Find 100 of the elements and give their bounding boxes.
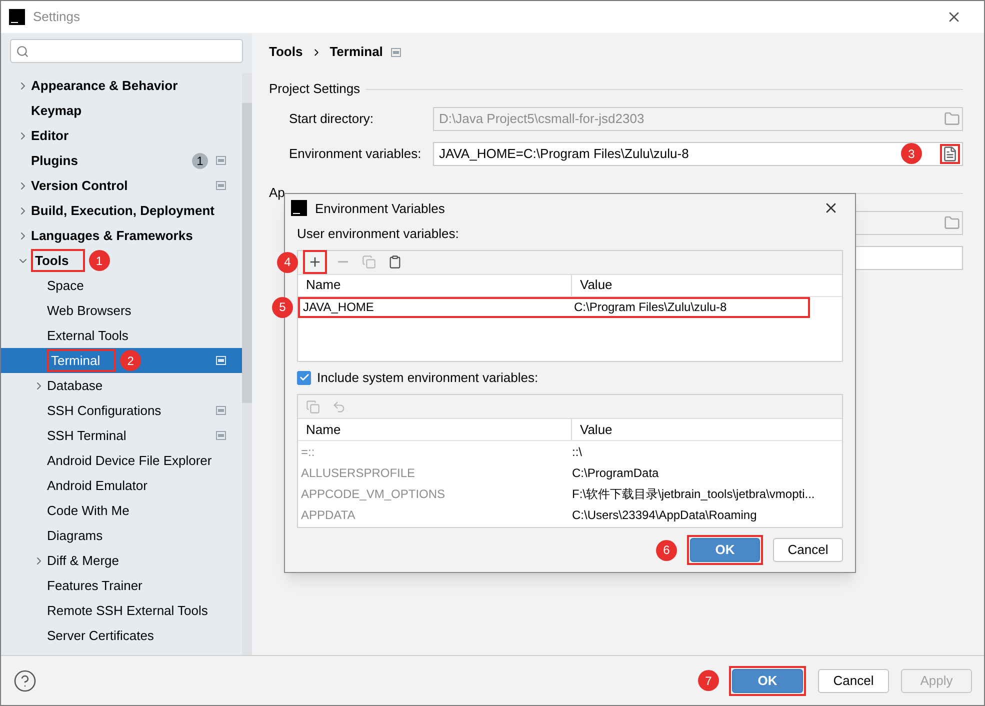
- item-label: Space: [47, 276, 84, 295]
- window-title: Settings: [33, 8, 80, 26]
- copy-icon: [306, 400, 320, 414]
- search-field[interactable]: [10, 39, 243, 63]
- sidebar-item[interactable]: Editor: [1, 123, 242, 148]
- column-header: Value: [579, 420, 614, 439]
- scrollbar[interactable]: [242, 73, 252, 655]
- sidebar-item[interactable]: Database: [1, 373, 242, 398]
- variable-value: C:\ProgramData: [571, 464, 659, 482]
- item-label: Android Emulator: [47, 476, 148, 495]
- breadcrumb-item: Terminal: [330, 43, 383, 62]
- callout-number: 2: [120, 350, 142, 371]
- dialog-button[interactable]: Cancel: [818, 668, 889, 692]
- dialog-button[interactable]: Cancel: [773, 538, 843, 562]
- item-label: Version Control: [31, 176, 128, 195]
- item-label: External Tools: [47, 326, 128, 345]
- item-label: Code With Me: [47, 502, 130, 520]
- sidebar-item[interactable]: Languages & Frameworks: [1, 223, 242, 248]
- sidebar-item[interactable]: Diff & Merge: [1, 548, 242, 573]
- sidebar-item[interactable]: Android Emulator: [1, 473, 242, 498]
- sidebar-item[interactable]: Plugins 1: [1, 148, 242, 173]
- variable-name: JAVA_HOME: [302, 299, 375, 316]
- callout-number: 3: [901, 143, 922, 164]
- sidebar-item[interactable]: Diagrams: [1, 523, 242, 548]
- item-label: Languages & Frameworks: [31, 226, 193, 245]
- item-label: Plugins: [31, 152, 78, 170]
- item-label: Database: [47, 376, 103, 395]
- sidebar-item[interactable]: Keymap: [1, 98, 242, 123]
- sidebar-item[interactable]: Terminal 2: [1, 348, 242, 373]
- sidebar-item[interactable]: Android Device File Explorer: [1, 448, 242, 473]
- sidebar-item[interactable]: Tools 1: [1, 248, 242, 273]
- help-icon[interactable]: [13, 668, 37, 692]
- text-field[interactable]: JAVA_HOME=C:\Program Files\Zulu\zulu-8 3: [433, 142, 963, 166]
- minus-icon: [338, 261, 348, 263]
- variable-name: APPDATA: [300, 506, 356, 524]
- item-label: Features Trainer: [47, 576, 142, 595]
- section-heading: Project Settings: [269, 80, 360, 98]
- breadcrumb-item[interactable]: Tools: [269, 42, 303, 62]
- item-label: Diagrams: [47, 526, 103, 545]
- column-header: Name: [298, 274, 572, 296]
- sidebar-item[interactable]: Build, Execution, Deployment: [1, 198, 242, 223]
- section-label: User environment variables:: [297, 225, 460, 244]
- checkbox[interactable]: [297, 370, 311, 385]
- check-icon: [298, 372, 310, 384]
- sidebar-item[interactable]: Server Certificates: [1, 623, 242, 648]
- variable-value: ::\: [571, 444, 582, 461]
- item-label: Diff & Merge: [47, 552, 120, 570]
- item-label: SSH Terminal: [47, 426, 126, 445]
- item-label: Terminal: [47, 348, 116, 372]
- item-label: Android Device File Explorer: [47, 452, 212, 470]
- copy-icon: [362, 255, 376, 269]
- variable-name: =::: [300, 444, 316, 461]
- item-label: Editor: [31, 126, 69, 145]
- item-label: Remote SSH External Tools: [47, 602, 208, 620]
- sidebar-item[interactable]: Appearance & Behavior: [1, 73, 242, 98]
- app-logo-icon: [291, 200, 307, 216]
- item-label: Appearance & Behavior: [31, 76, 178, 95]
- callout-number: 1: [88, 250, 110, 271]
- column-header: Value: [579, 276, 614, 294]
- sidebar-item[interactable]: SSH Configurations: [1, 398, 242, 423]
- callout-number: 5: [272, 296, 293, 318]
- field-label: Start directory:: [288, 110, 375, 128]
- callout-number: 4: [277, 252, 298, 272]
- project-level-icon: [390, 48, 401, 56]
- sidebar-item[interactable]: Features Trainer: [1, 573, 242, 598]
- table-row[interactable]: ALLUSERSPROFILE C:\ProgramData: [298, 462, 842, 484]
- sidebar-item[interactable]: Version Control: [1, 173, 242, 198]
- table-row[interactable]: APPCODE_VM_OPTIONS F:\软件下载目录\jetbrain_tools\jetbra\vmopti...: [298, 483, 842, 504]
- dialog-title: Environment Variables: [315, 200, 445, 218]
- sidebar-item[interactable]: Web Browsers: [1, 298, 242, 323]
- undo-icon: [332, 400, 346, 414]
- sidebar-item[interactable]: SSH Terminal: [1, 423, 242, 448]
- count-badge: 1: [192, 152, 208, 168]
- document-icon[interactable]: [942, 146, 958, 162]
- variable-value: F:\软件下载目录\jetbrain_tools\jetbra\vmopti...: [571, 486, 815, 503]
- search-icon: [16, 44, 29, 58]
- item-label: Keymap: [31, 102, 82, 120]
- variable-name: APPCODE_VM_OPTIONS: [300, 486, 446, 503]
- section-heading: Ap: [269, 184, 285, 202]
- table-row[interactable]: =:: ::\: [298, 441, 842, 462]
- sidebar-item[interactable]: Space: [1, 273, 242, 298]
- sidebar-item[interactable]: Code With Me: [1, 498, 242, 523]
- field-value: JAVA_HOME=C:\Program Files\Zulu\zulu-8: [439, 144, 690, 163]
- callout-number: 6: [656, 540, 677, 561]
- checkbox-label: Include system environment variables:: [317, 369, 538, 388]
- callout-number: 7: [698, 670, 719, 691]
- sidebar-item[interactable]: Remote SSH External Tools: [1, 598, 242, 623]
- column-header: Name: [298, 419, 572, 440]
- item-label: Build, Execution, Deployment: [31, 202, 214, 220]
- ok-button[interactable]: OK: [690, 538, 760, 562]
- app-logo-icon: [9, 9, 25, 25]
- field-label: Environment variables:: [288, 144, 422, 163]
- variable-value: C:\Program Files\Zulu\zulu-8: [573, 299, 727, 316]
- sidebar-item[interactable]: External Tools: [1, 323, 242, 348]
- plus-icon: [308, 255, 322, 269]
- item-label: SSH Configurations: [47, 402, 162, 420]
- table-row[interactable]: APPDATA C:\Users\23394\AppData\Roaming: [298, 504, 842, 526]
- item-label: Server Certificates: [47, 626, 154, 645]
- ok-button[interactable]: OK: [732, 668, 803, 692]
- variable-value: C:\Users\23394\AppData\Roaming: [571, 506, 757, 524]
